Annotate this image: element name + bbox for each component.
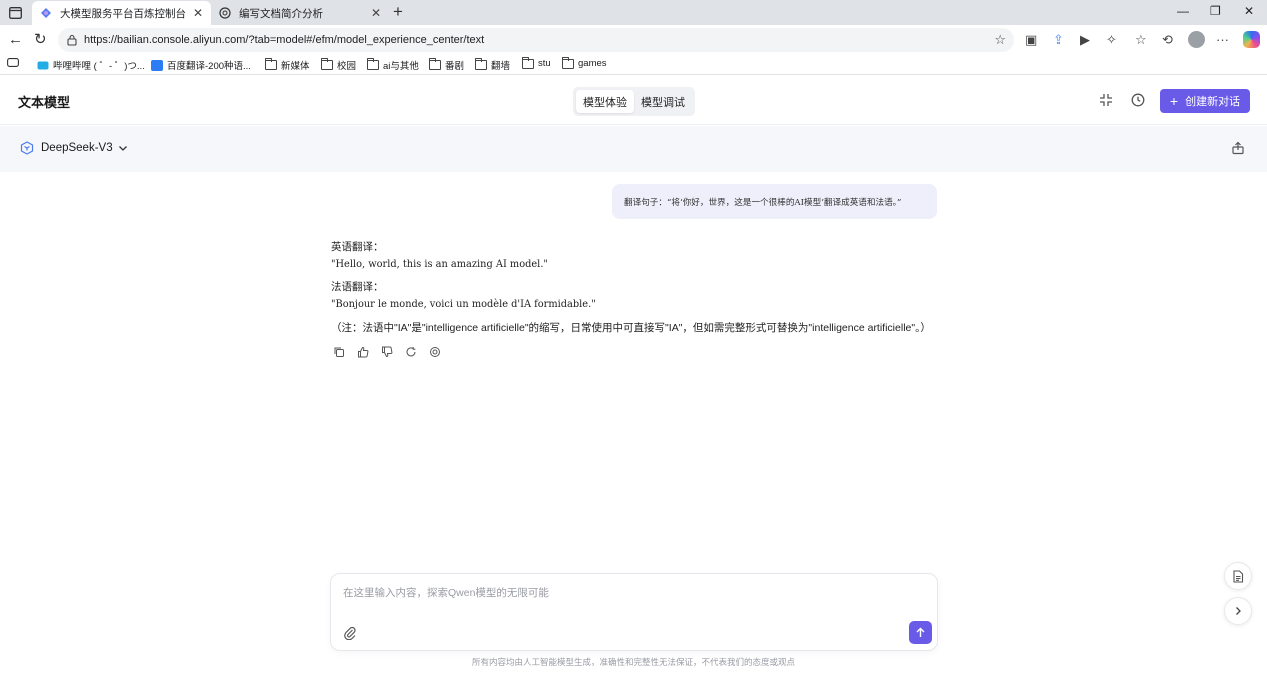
thumbs-up-icon[interactable] bbox=[357, 346, 369, 358]
document-icon bbox=[1233, 569, 1244, 583]
user-message-text: 翻译句子：“将‘你好，世界，这是一个很棒的AI模型’翻译成英语和法语。” bbox=[624, 197, 902, 208]
close-window-button[interactable]: ✕ bbox=[1244, 4, 1254, 18]
bookmark-bilibili[interactable]: 哔哩哔哩 ( ゜- ゜)つ... bbox=[37, 58, 145, 72]
bookmark-folder[interactable]: stu bbox=[522, 56, 551, 69]
bookmark-label: 校园 bbox=[337, 61, 357, 72]
tab-model-debug[interactable]: 模型调试 bbox=[634, 90, 692, 113]
collapse-icon[interactable] bbox=[1099, 93, 1113, 107]
bookmark-baidu-translate[interactable]: 百度翻译-200种语... bbox=[151, 58, 251, 72]
tab-model-experience[interactable]: 模型体验 bbox=[576, 90, 634, 113]
composer-placeholder: 在这里输入内容，探索Qwen模型的无限可能 bbox=[343, 587, 549, 599]
arrow-up-icon bbox=[916, 627, 925, 637]
site-info-icon[interactable] bbox=[66, 34, 78, 46]
bookmark-label: games bbox=[578, 58, 607, 69]
answer-note: （注：法语中"IA"是"intelligence artificielle"的缩… bbox=[331, 322, 931, 334]
bookmark-label: ai与其他 bbox=[383, 61, 419, 72]
attachment-icon[interactable] bbox=[343, 626, 357, 641]
user-message: 翻译句子：“将‘你好，世界，这是一个很棒的AI模型’翻译成英语和法语。” bbox=[612, 184, 937, 219]
restore-button[interactable]: ❐ bbox=[1210, 4, 1221, 18]
share-icon[interactable] bbox=[1231, 141, 1245, 155]
en-text: "Hello, world, this is an amazing AI mod… bbox=[331, 259, 548, 270]
translate-extension-icon[interactable]: ⇪ bbox=[1053, 32, 1064, 48]
bookmark-label: 新媒体 bbox=[281, 61, 310, 72]
bookmark-label: 哔哩哔哩 ( ゜- ゜)つ... bbox=[53, 61, 145, 72]
address-bar: ← ↻ https://bailian.console.aliyun.com/?… bbox=[0, 25, 1267, 55]
new-tab-button[interactable]: + bbox=[393, 2, 403, 22]
bookmark-folder[interactable]: 翻墙 bbox=[475, 58, 510, 72]
app-header: 文本模型 模型体验 模型调试 + 创建新对话 bbox=[0, 76, 1267, 125]
bookmark-folder[interactable]: games bbox=[562, 56, 607, 69]
folder-icon bbox=[522, 56, 534, 69]
model-bar: DeepSeek-V3 bbox=[0, 126, 1267, 172]
tab-actions-icon[interactable] bbox=[6, 4, 24, 21]
folder-icon bbox=[429, 58, 441, 70]
browser-tab[interactable]: 编写文档简介分析 ✕ bbox=[211, 1, 389, 25]
bookmark-label: 翻墙 bbox=[491, 61, 511, 72]
folder-icon bbox=[562, 56, 574, 69]
create-chat-label: 创建新对话 bbox=[1185, 96, 1241, 108]
extensions-puzzle-icon[interactable]: ✧ bbox=[1106, 32, 1117, 48]
bilibili-icon bbox=[37, 60, 49, 70]
folder-icon bbox=[475, 58, 487, 70]
assistant-message: 英语翻译： "Hello, world, this is an amazing … bbox=[331, 239, 951, 337]
mode-tabs: 模型体验 模型调试 bbox=[573, 87, 695, 116]
bookmark-folder[interactable]: 新媒体 bbox=[265, 58, 310, 72]
plus-icon: + bbox=[1169, 93, 1179, 109]
copy-icon[interactable] bbox=[333, 346, 345, 358]
bookmark-label: stu bbox=[538, 58, 551, 69]
en-label: 英语翻译： bbox=[331, 241, 384, 253]
bookmark-folder[interactable]: ai与其他 bbox=[367, 58, 419, 72]
browser-tab-bar: 大模型服务平台百炼控制台 ✕ 编写文档简介分析 ✕ + — ❐ ✕ bbox=[0, 0, 1267, 25]
bookmark-label: 百度翻译-200种语... bbox=[167, 61, 251, 72]
create-new-chat-button[interactable]: + 创建新对话 bbox=[1160, 89, 1250, 113]
minimize-button[interactable]: — bbox=[1177, 4, 1189, 18]
model-name: DeepSeek-V3 bbox=[41, 142, 113, 154]
model-selector[interactable]: DeepSeek-V3 bbox=[20, 141, 128, 155]
message-composer[interactable]: 在这里输入内容，探索Qwen模型的无限可能 bbox=[330, 573, 938, 651]
close-tab-icon[interactable]: ✕ bbox=[371, 6, 381, 20]
fr-text: "Bonjour le monde, voici un modèle d'IA … bbox=[331, 299, 596, 310]
copilot-icon[interactable] bbox=[1243, 31, 1260, 48]
favorites-icon[interactable]: ☆ bbox=[1135, 32, 1147, 48]
favorite-star-icon[interactable]: ☆ bbox=[994, 32, 1006, 48]
bookmark-label: 番剧 bbox=[445, 61, 465, 72]
send-button[interactable] bbox=[909, 621, 932, 644]
chatgpt-favicon-icon bbox=[219, 7, 231, 19]
target-icon[interactable] bbox=[429, 346, 441, 358]
url-text: https://bailian.console.aliyun.com/?tab=… bbox=[84, 34, 485, 46]
bailian-favicon-icon bbox=[40, 7, 52, 19]
expand-float-button[interactable] bbox=[1224, 597, 1252, 625]
bookmarks-bar: 哔哩哔哩 ( ゜- ゜)つ... 百度翻译-200种语... 新媒体 校园 ai… bbox=[0, 55, 1267, 75]
page-title: 文本模型 bbox=[18, 95, 71, 110]
tab-title: 编写文档简介分析 bbox=[239, 7, 323, 20]
extension-icon[interactable]: ▣ bbox=[1025, 32, 1037, 48]
folder-icon bbox=[367, 58, 379, 70]
close-tab-icon[interactable]: ✕ bbox=[193, 6, 203, 20]
folder-icon bbox=[265, 58, 277, 70]
fr-label: 法语翻译： bbox=[331, 281, 384, 293]
folder-icon bbox=[321, 58, 333, 70]
tab-title: 大模型服务平台百炼控制台 bbox=[60, 7, 186, 20]
profile-avatar[interactable] bbox=[1188, 31, 1205, 48]
document-float-button[interactable] bbox=[1224, 562, 1252, 590]
back-button[interactable]: ← bbox=[8, 31, 23, 49]
message-actions bbox=[333, 346, 453, 358]
history-clock-icon[interactable] bbox=[1131, 93, 1145, 107]
more-menu-icon[interactable]: ··· bbox=[1216, 32, 1229, 48]
baidu-translate-icon bbox=[151, 60, 163, 71]
thumbs-down-icon[interactable] bbox=[381, 346, 393, 358]
browser-tab-active[interactable]: 大模型服务平台百炼控制台 ✕ bbox=[32, 1, 211, 25]
chevron-down-icon bbox=[118, 143, 128, 153]
regenerate-icon[interactable] bbox=[405, 346, 417, 358]
history-icon[interactable]: ⟲ bbox=[1162, 32, 1173, 48]
reading-list-icon[interactable] bbox=[7, 58, 19, 67]
url-field[interactable]: https://bailian.console.aliyun.com/?tab=… bbox=[58, 28, 1014, 52]
play-extension-icon[interactable]: ▶ bbox=[1080, 32, 1090, 48]
bookmark-folder[interactable]: 番剧 bbox=[429, 58, 464, 72]
chevron-right-icon bbox=[1236, 607, 1241, 615]
ai-disclaimer: 所有内容均由人工智能模型生成，准确性和完整性无法保证，不代表我们的态度或观点 bbox=[471, 657, 795, 667]
bookmark-folder[interactable]: 校园 bbox=[321, 58, 356, 72]
refresh-button[interactable]: ↻ bbox=[34, 31, 47, 49]
model-cube-icon bbox=[20, 141, 34, 155]
